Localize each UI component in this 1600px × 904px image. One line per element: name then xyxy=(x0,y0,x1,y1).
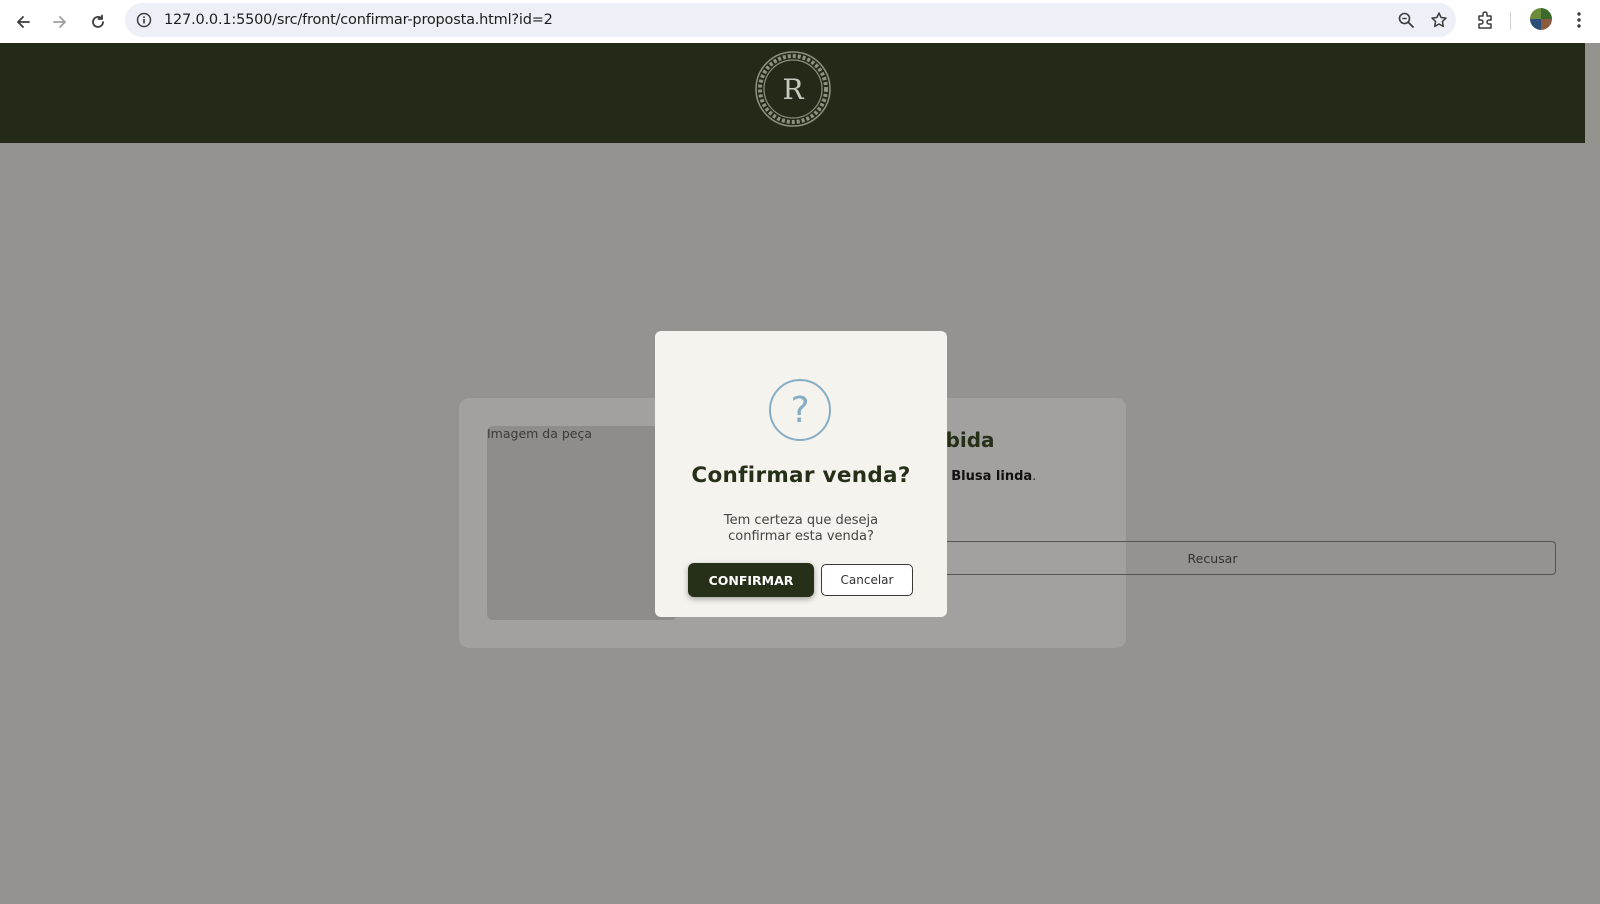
star-icon[interactable] xyxy=(1429,10,1449,30)
logo-letter: R xyxy=(782,73,804,106)
scrollbar[interactable] xyxy=(1585,43,1600,904)
zoom-icon[interactable] xyxy=(1396,10,1416,30)
cancel-button[interactable]: Cancelar xyxy=(821,564,913,596)
extensions-icon[interactable] xyxy=(1474,9,1496,31)
url-text[interactable]: 127.0.0.1:5500/src/front/confirmar-propo… xyxy=(164,12,553,28)
question-icon: ? xyxy=(769,379,831,441)
card-description: ça Blusa linda. xyxy=(932,469,1036,484)
item-name: Blusa linda xyxy=(951,469,1033,484)
item-image-alt: Imagem da peça xyxy=(487,426,593,441)
logo[interactable]: R xyxy=(754,50,832,128)
toolbar-divider xyxy=(1510,12,1511,30)
profile-avatar[interactable] xyxy=(1530,8,1552,30)
item-image xyxy=(487,426,677,620)
confirm-button[interactable]: CONFIRMAR xyxy=(688,563,814,597)
address-bar[interactable]: 127.0.0.1:5500/src/front/confirmar-propo… xyxy=(125,3,1456,37)
dialog-message: Tem certeza que deseja confirmar esta ve… xyxy=(723,513,879,544)
forward-icon[interactable] xyxy=(41,3,78,40)
dialog-title: Confirmar venda? xyxy=(691,463,911,488)
browser-toolbar: 127.0.0.1:5500/src/front/confirmar-propo… xyxy=(0,0,1600,43)
site-info-icon[interactable] xyxy=(134,10,154,30)
refuse-button[interactable]: Recusar xyxy=(869,541,1556,575)
site-header: R xyxy=(0,43,1585,143)
back-icon[interactable] xyxy=(4,3,41,40)
menu-icon[interactable] xyxy=(1568,8,1590,32)
confirm-dialog: ? Confirmar venda? Tem certeza que desej… xyxy=(655,331,947,617)
card-description-end: . xyxy=(1032,469,1037,484)
reload-icon[interactable] xyxy=(79,3,116,40)
